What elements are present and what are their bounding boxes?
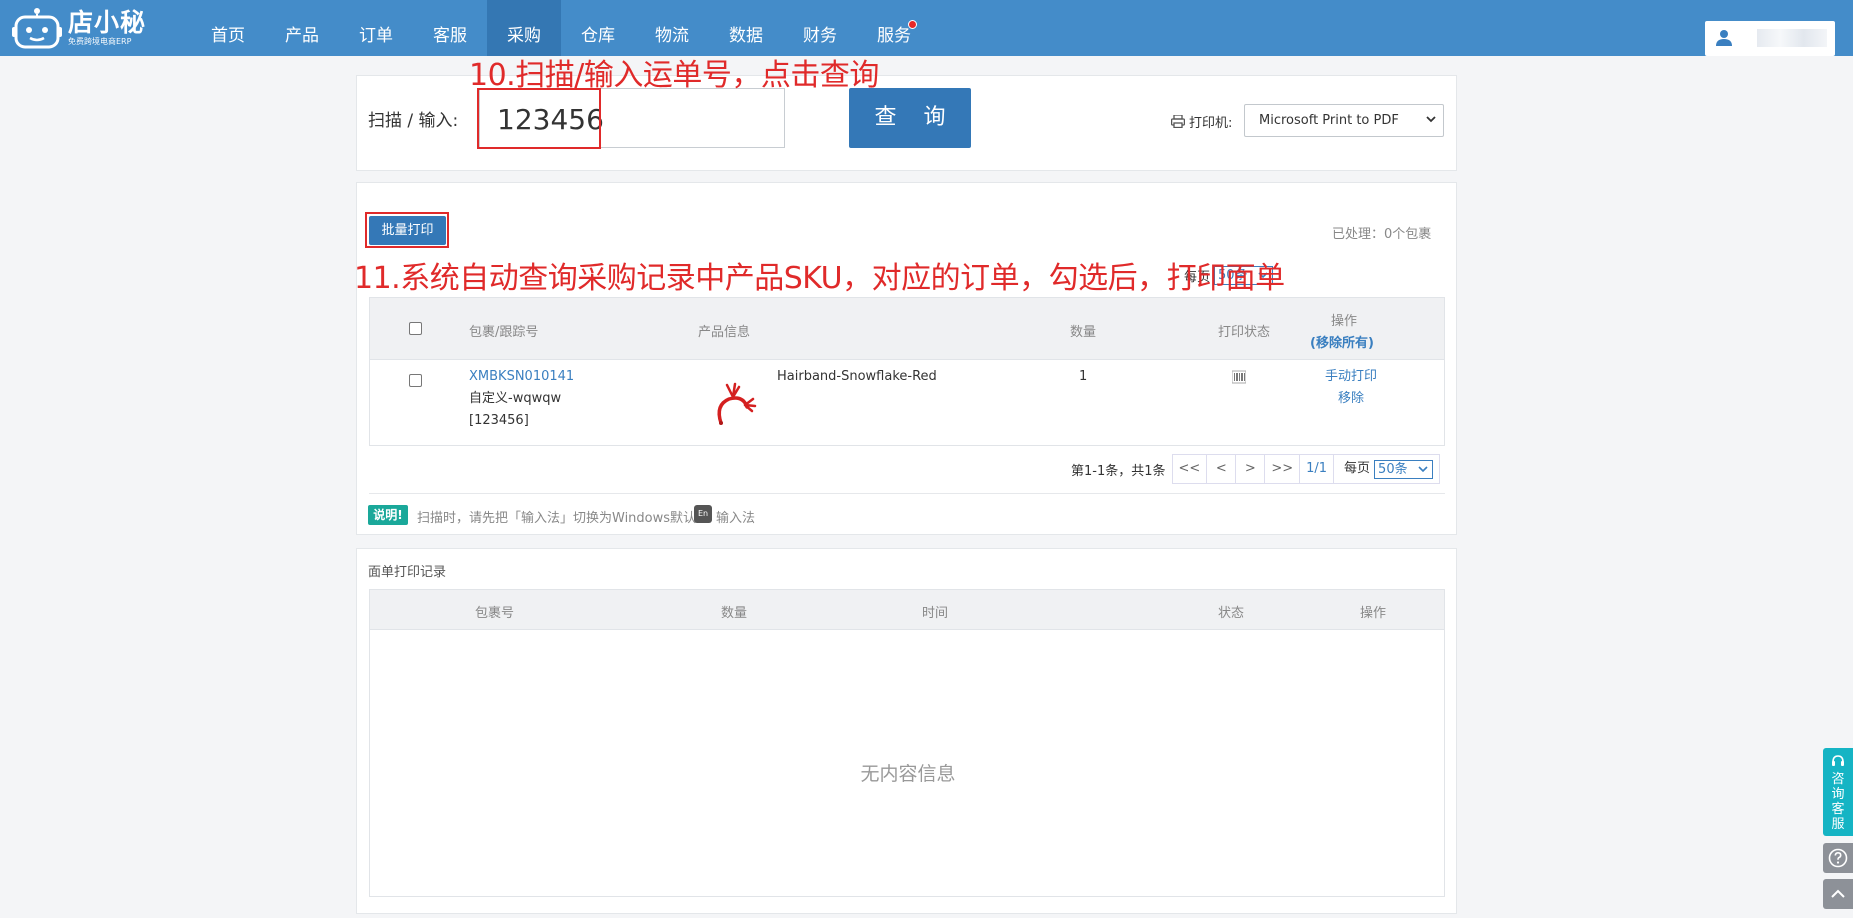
- note-badge: 说明!: [368, 505, 408, 525]
- pager-next-button[interactable]: >: [1236, 455, 1266, 483]
- note-text-tail: 输入法: [716, 511, 756, 526]
- note-text: 扫描时，请先把「输入法」切换为Windows默认: [417, 511, 697, 526]
- scan-label: 扫描 / 输入:: [368, 111, 459, 131]
- product-name: Hairband-Snowflake-Red: [777, 369, 937, 384]
- processed-count: 已处理：0个包裹: [1332, 227, 1432, 242]
- user-name-redacted: [1757, 29, 1827, 47]
- printer-select[interactable]: Microsoft Print to PDF: [1244, 104, 1444, 137]
- empty-state: 无内容信息: [860, 763, 956, 785]
- select-all-checkbox[interactable]: [409, 322, 422, 335]
- custom-tag: 自定义-wqwqw: [469, 391, 562, 406]
- nav-data[interactable]: 数据: [709, 0, 783, 56]
- th-record-time: 时间: [922, 606, 949, 621]
- row-checkbox[interactable]: [409, 374, 422, 387]
- package-number-link[interactable]: XMBKSN010141: [469, 366, 574, 388]
- table-row: XMBKSN010141 自定义-wqwqw [123456] Hairband…: [370, 360, 1444, 445]
- manual-print-link[interactable]: 手动打印: [1325, 366, 1377, 388]
- nav-logistics[interactable]: 物流: [635, 0, 709, 56]
- annotation-step10: 10.扫描/输入运单号，点击查询: [469, 58, 879, 93]
- batch-print-button[interactable]: 批量打印: [369, 216, 446, 245]
- en-ime-icon: En: [694, 505, 712, 523]
- th-record-status: 状态: [1218, 606, 1245, 621]
- brand-subtitle: 免费跨境电商ERP: [68, 37, 132, 46]
- brand-logo[interactable]: 店小秘 免费跨境电商ERP: [12, 4, 146, 52]
- robot-logo-icon: [12, 8, 62, 49]
- per-page-label: 每页: [1344, 461, 1371, 476]
- printer-label: 打印机:: [1189, 116, 1233, 131]
- scan-input[interactable]: 123456: [479, 88, 785, 148]
- remove-all-link[interactable]: (移除所有): [1310, 332, 1374, 351]
- package-table-header: 包裹/跟踪号 产品信息 数量 打印状态 操作 (移除所有): [370, 298, 1444, 360]
- top-navbar: 店小秘 免费跨境电商ERP 首页 产品 订单 客服 采购 仓库 物流 数据 财务…: [0, 0, 1853, 56]
- tracking-number: [123456]: [469, 413, 529, 428]
- query-button[interactable]: 查 询: [849, 88, 971, 148]
- th-qty: 数量: [1070, 325, 1097, 340]
- th-print-status: 打印状态: [1218, 325, 1271, 340]
- main-nav: 首页 产品 订单 客服 采购 仓库 物流 数据 财务 服务: [191, 0, 931, 56]
- nav-customer-service[interactable]: 客服: [413, 0, 487, 56]
- chevron-down-icon: [1418, 466, 1428, 473]
- scan-input-value: 123456: [497, 103, 604, 136]
- nav-order[interactable]: 订单: [339, 0, 413, 56]
- user-icon: [1716, 30, 1732, 46]
- product-thumbnail[interactable]: [705, 375, 761, 435]
- pager-first-button[interactable]: <<: [1173, 455, 1208, 483]
- th-product: 产品信息: [698, 325, 751, 340]
- brand-name: 店小秘: [68, 8, 147, 37]
- th-record-package: 包裹号: [475, 606, 515, 621]
- user-menu[interactable]: [1705, 21, 1835, 56]
- notification-dot: [908, 20, 917, 29]
- records-table: 包裹号 数量 时间 状态 操作 无内容信息: [369, 589, 1445, 897]
- help-button[interactable]: [1823, 843, 1853, 873]
- back-to-top-icon: [1831, 889, 1845, 898]
- nav-finance[interactable]: 财务: [783, 0, 857, 56]
- consult-service-button[interactable]: 咨询客服: [1823, 748, 1853, 836]
- records-table-header: 包裹号 数量 时间 状态 操作: [370, 590, 1444, 630]
- annotation-step11: 11.系统自动查询采购记录中产品SKU，对应的订单，勾选后，打印面单: [354, 261, 1285, 296]
- divider: [369, 493, 1445, 494]
- print-records-panel: 面单打印记录 包裹号 数量 时间 状态 操作 无内容信息: [356, 548, 1457, 914]
- printer-select-value: Microsoft Print to PDF: [1259, 113, 1399, 128]
- package-table: 包裹/跟踪号 产品信息 数量 打印状态 操作 (移除所有) XMBKSN0101…: [369, 297, 1445, 446]
- th-package: 包裹/跟踪号: [469, 325, 539, 340]
- nav-service[interactable]: 服务: [857, 0, 931, 56]
- th-record-action: 操作: [1360, 606, 1387, 621]
- pager-current: 1/1: [1300, 455, 1335, 483]
- printer-icon: [1171, 115, 1185, 128]
- nav-warehouse[interactable]: 仓库: [561, 0, 635, 56]
- nav-service-label: 服务: [877, 26, 911, 46]
- pager-buttons: << < > >> 1/1 每页 50条: [1171, 454, 1441, 484]
- th-action: 操作: [1331, 314, 1358, 329]
- barcode-icon: [1232, 370, 1246, 384]
- consult-service-label: 咨询客服: [1831, 772, 1845, 832]
- remove-link[interactable]: 移除: [1338, 388, 1364, 410]
- th-record-qty: 数量: [721, 606, 748, 621]
- pager-last-button[interactable]: >>: [1265, 455, 1301, 483]
- records-title: 面单打印记录: [368, 565, 447, 580]
- nav-purchase[interactable]: 采购: [487, 0, 561, 56]
- per-page-select[interactable]: 50条: [1374, 460, 1434, 479]
- back-to-top-button[interactable]: [1823, 879, 1853, 909]
- chevron-down-icon: [1426, 116, 1436, 123]
- per-page-value: 50条: [1378, 462, 1408, 477]
- nav-product[interactable]: 产品: [265, 0, 339, 56]
- pager-bottom: 第1-1条，共1条 << < > >> 1/1 每页 50条: [1071, 454, 1441, 484]
- headset-icon: [1832, 755, 1844, 766]
- pager-summary: 第1-1条，共1条: [1071, 463, 1166, 479]
- pager-prev-button[interactable]: <: [1207, 455, 1237, 483]
- row-qty: 1: [1079, 369, 1088, 384]
- nav-home[interactable]: 首页: [191, 0, 265, 56]
- help-icon: [1828, 848, 1848, 868]
- results-panel: 批量打印 已处理：0个包裹 每页 50条 包裹/跟踪号 产品信息 数量 打印状态…: [356, 182, 1457, 535]
